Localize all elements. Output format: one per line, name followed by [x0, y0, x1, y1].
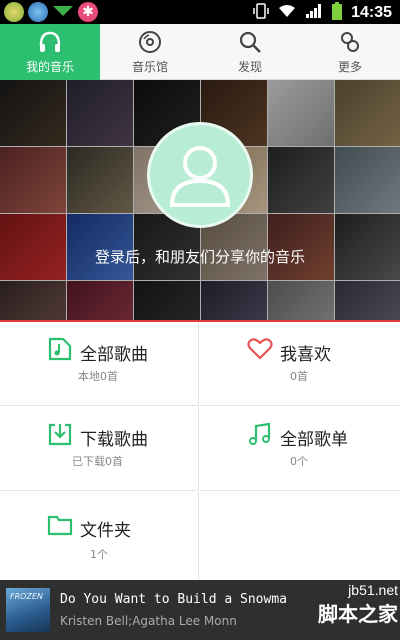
app-notification-icon	[4, 2, 24, 22]
watermark-site: 脚本之家	[318, 602, 398, 626]
all-playlists-button[interactable]: 全部歌单 0个	[200, 407, 399, 491]
user-icon	[169, 146, 231, 207]
browser-notification-icon	[28, 2, 48, 22]
watermark-url: jb51.net	[348, 582, 398, 598]
cell-title: 下载歌曲	[80, 430, 148, 450]
tab-label: 我的音乐	[25, 60, 74, 74]
tab-discover[interactable]: 发现	[200, 24, 300, 80]
favorites-button[interactable]: 我喜欢 0首	[200, 322, 399, 406]
album-art-title: FROZEN	[10, 592, 43, 601]
wifi-icon	[277, 3, 297, 23]
cell-subtitle: 本地0首	[78, 370, 118, 383]
cell-title: 我喜欢	[280, 345, 331, 365]
status-bar: ✱ 14:35	[0, 0, 400, 24]
folders-button[interactable]: 文件夹 1个	[0, 492, 199, 580]
empty-cell	[200, 492, 399, 580]
cell-title: 文件夹	[80, 521, 131, 541]
tab-label: 音乐馆	[131, 60, 168, 74]
tab-my-music[interactable]: 我的音乐	[0, 24, 100, 80]
cell-subtitle: 1个	[90, 548, 108, 561]
library-grid: 全部歌曲 本地0首 我喜欢 0首 下载歌曲 已下载0首 全部歌单 0个 文件夹 …	[0, 322, 400, 580]
cell-subtitle: 已下载0首	[72, 455, 123, 468]
tab-label: 更多	[337, 60, 362, 74]
all-songs-button[interactable]: 全部歌曲 本地0首	[0, 322, 199, 406]
song-title: Do You Want to Build a Snowma	[60, 592, 287, 607]
heart-icon	[247, 338, 273, 360]
music-file-icon	[48, 337, 72, 361]
album-art[interactable]: FROZEN	[6, 588, 50, 632]
cell-subtitle: 0首	[290, 370, 308, 383]
clock: 14:35	[351, 4, 392, 21]
star-notification-icon: ✱	[78, 2, 98, 22]
avatar[interactable]	[147, 122, 253, 228]
vibrate-icon	[253, 2, 269, 24]
cell-title: 全部歌曲	[80, 345, 148, 365]
tab-music-hall[interactable]: 音乐馆	[100, 24, 200, 80]
message-notification-icon	[52, 2, 74, 22]
headphones-icon	[39, 31, 61, 52]
notification-icons: ✱	[4, 2, 98, 22]
battery-icon	[331, 2, 343, 24]
profile-banner[interactable]: 登录后，和朋友们分享你的音乐	[0, 80, 400, 320]
downloaded-songs-button[interactable]: 下载歌曲 已下载0首	[0, 407, 199, 491]
song-artist: Kristen Bell;Agatha Lee Monn	[60, 614, 237, 628]
download-icon	[48, 423, 72, 446]
folder-icon	[47, 515, 73, 536]
tab-bar: 我的音乐 音乐馆 发现 更多	[0, 24, 400, 80]
watermark: jb51.net 脚本之家	[318, 582, 398, 627]
cell-subtitle: 0个	[290, 455, 308, 468]
disc-icon	[139, 31, 161, 53]
music-note-icon	[249, 422, 271, 445]
search-icon	[239, 31, 261, 53]
tab-more[interactable]: 更多	[300, 24, 400, 80]
login-prompt[interactable]: 登录后，和朋友们分享你的音乐	[0, 246, 400, 267]
signal-icon	[305, 3, 323, 23]
cell-title: 全部歌单	[280, 430, 348, 450]
more-icon	[341, 32, 359, 52]
tab-label: 发现	[237, 60, 262, 74]
